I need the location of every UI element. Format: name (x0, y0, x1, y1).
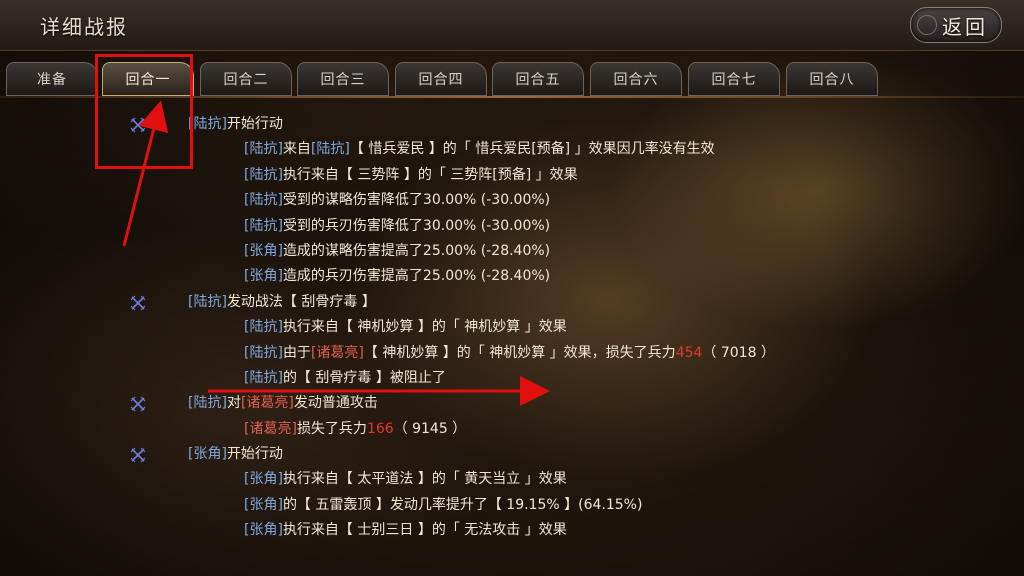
back-button-label: 返回 (942, 14, 988, 39)
log-entry: [张角]执行来自【 太平道法 】的「 黄天当立 」效果 (0, 467, 1024, 492)
crossed-swords-icon (130, 447, 146, 463)
annotation-highlight-box (95, 54, 193, 169)
log-entry: [陆抗]发动战法【 刮骨疗毒 】 (0, 290, 1024, 315)
crossed-swords-icon (130, 295, 146, 311)
general-name: [诸葛亮] (310, 344, 364, 361)
header-bar: 详细战报 返回 (0, 0, 1024, 51)
log-text: 开始行动 (226, 446, 283, 463)
log-text: 造成的谋略伤害提高了25.00% (-28.40%) (282, 242, 551, 259)
page-title: 详细战报 (40, 15, 128, 39)
general-name: [陆抗] (244, 141, 283, 158)
tab-round-7[interactable]: 回合七 (688, 62, 780, 96)
general-name: [陆抗] (244, 166, 283, 183)
tab-round-6[interactable]: 回合六 (590, 62, 682, 96)
general-name: [张角] (244, 496, 283, 513)
log-entry: [陆抗]受到的谋略伤害降低了30.00% (-30.00%) (0, 188, 1024, 213)
log-text: 【 惜兵爱民 】的「 惜兵爱民[预备] 」效果因几率没有生效 (349, 141, 715, 158)
log-entry: [陆抗]执行来自【 神机妙算 】的「 神机妙算 」效果 (0, 315, 1024, 340)
log-entry: [陆抗]的【 刮骨疗毒 】被阻止了 (0, 366, 1024, 391)
log-text: 造成的兵刃伤害提高了25.00% (-28.40%) (282, 268, 551, 285)
general-name: [张角] (244, 242, 283, 259)
log-text: 发动普通攻击 (293, 395, 378, 412)
general-name: [诸葛亮] (244, 420, 297, 437)
log-text: 执行来自【 神机妙算 】的「 神机妙算 」效果 (282, 319, 567, 336)
log-text: 的【 刮骨疗毒 】被阻止了 (282, 369, 446, 386)
log-text: 执行来自【 三势阵 】的「 三势阵[预备] 」效果 (282, 166, 578, 183)
tab-round-2[interactable]: 回合二 (200, 62, 292, 96)
log-text: 损失了兵力 (296, 420, 367, 437)
log-entry: [陆抗]对[诸葛亮]发动普通攻击 (0, 391, 1024, 416)
general-name: [陆抗] (244, 344, 283, 361)
back-icon (917, 15, 937, 35)
general-name: [张角] (244, 268, 283, 285)
tab-round-8[interactable]: 回合八 (786, 62, 878, 96)
log-text: 的【 五雷轰顶 】发动几率提升了【 19.15% 】(64.15%) (282, 496, 643, 513)
log-entry: [陆抗]受到的兵刃伤害降低了30.00% (-30.00%) (0, 214, 1024, 239)
log-text: 受到的谋略伤害降低了30.00% (-30.00%) (282, 192, 551, 209)
log-entry: [张角]的【 五雷轰顶 】发动几率提升了【 19.15% 】(64.15%) (0, 493, 1024, 518)
log-entry: [陆抗]由于[诸葛亮]【 神机妙算 】的「 神机妙算 」效果，损失了兵力454（… (0, 341, 1024, 366)
general-name: [陆抗] (310, 141, 350, 158)
general-name: [陆抗] (188, 395, 227, 412)
log-text: 开始行动 (226, 116, 283, 132)
back-button[interactable]: 返回 (910, 7, 1002, 43)
battle-log: [陆抗]开始行动 [陆抗]来自[陆抗]【 惜兵爱民 】的「 惜兵爱民[预备] 」效… (0, 112, 1024, 544)
general-name: [陆抗] (244, 217, 283, 234)
general-name: [陆抗] (244, 319, 283, 336)
log-entry: [诸葛亮]损失了兵力166（ 9145 ） (0, 417, 1024, 442)
general-name: [陆抗] (188, 293, 227, 310)
log-text: 【 神机妙算 】的「 神机妙算 」效果，损失了兵力 (363, 344, 676, 361)
log-entry: [张角]造成的谋略伤害提高了25.00% (-28.40%) (0, 239, 1024, 264)
crossed-swords-icon (130, 396, 146, 412)
log-text: 执行来自【 太平道法 】的「 黄天当立 」效果 (282, 471, 567, 488)
log-text: 发动战法【 刮骨疗毒 】 (226, 293, 376, 310)
log-text: （ 9145 ） (393, 420, 467, 437)
general-name: [陆抗] (244, 369, 283, 386)
log-text: 受到的兵刃伤害降低了30.00% (-30.00%) (282, 217, 551, 234)
log-entry: [张角]执行来自【 士别三日 】的「 无法攻击 」效果 (0, 518, 1024, 543)
tab-round-3[interactable]: 回合三 (297, 62, 389, 96)
log-text: 执行来自【 士别三日 】的「 无法攻击 」效果 (282, 522, 567, 539)
troop-loss-value: 166 (366, 420, 394, 437)
general-name: [陆抗] (244, 192, 283, 209)
tab-round-4[interactable]: 回合四 (395, 62, 487, 96)
log-text: （ 7018 ） (702, 344, 775, 361)
troop-loss-value: 454 (675, 344, 703, 361)
general-name: [张角] (244, 471, 283, 488)
log-text: 对 (226, 395, 241, 412)
general-name: [陆抗] (188, 116, 227, 132)
log-text: 来自 (282, 141, 311, 158)
tab-round-0[interactable]: 准备 (6, 62, 98, 96)
general-name: [张角] (244, 522, 283, 539)
general-name: [张角] (188, 446, 227, 463)
log-entry: [张角]开始行动 (0, 442, 1024, 467)
general-name: [诸葛亮] (240, 395, 294, 412)
tab-round-5[interactable]: 回合五 (492, 62, 584, 96)
log-text: 由于 (282, 344, 311, 361)
log-entry: [张角]造成的兵刃伤害提高了25.00% (-28.40%) (0, 264, 1024, 289)
